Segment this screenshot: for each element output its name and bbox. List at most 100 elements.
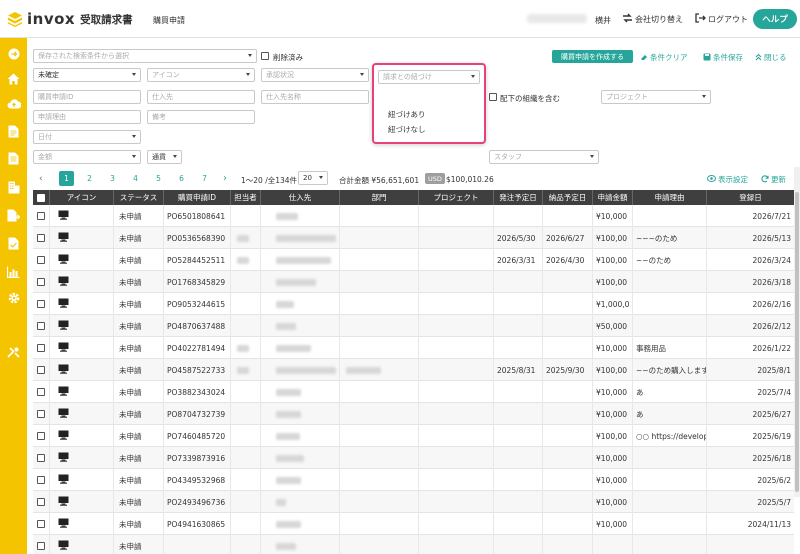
create-request-button[interactable]: 購買申請を作成する: [552, 50, 633, 63]
document-check-icon[interactable]: [6, 236, 21, 251]
row-vendor-redacted: [261, 337, 340, 359]
row-checkbox[interactable]: [37, 366, 45, 374]
amount-select[interactable]: 金額: [33, 150, 141, 164]
dropdown-option-unlinked[interactable]: 紐づけなし: [388, 124, 426, 135]
user-name[interactable]: 横井: [595, 15, 611, 26]
note-input[interactable]: 備考: [147, 110, 255, 124]
col-header[interactable]: 仕入先: [261, 190, 340, 205]
scrollbar-thumb[interactable]: [795, 192, 799, 492]
row-checkbox[interactable]: [37, 278, 45, 286]
page-4[interactable]: 4: [128, 171, 143, 186]
page-7[interactable]: 7: [197, 171, 212, 186]
table-row[interactable]: 未申請 PO4349532968 ¥10,000 2025/6/2: [33, 469, 794, 491]
date-select[interactable]: 日付: [33, 130, 141, 144]
table-row[interactable]: 未申請 PO7460485720 ¥100,00 ○○ https://develop…: [33, 425, 794, 447]
table-row[interactable]: 未申請 PO2493496736 ¥10,000 2025/5/7: [33, 491, 794, 513]
row-checkbox[interactable]: [37, 388, 45, 396]
table-row[interactable]: 未申請 PO9053244615 ¥1,000,0 2026/2/16: [33, 293, 794, 315]
arrow-right-circle-icon[interactable]: [6, 46, 21, 61]
clear-conditions-button[interactable]: 条件クリア: [640, 52, 688, 63]
page-2[interactable]: 2: [82, 171, 97, 186]
row-checkbox[interactable]: [37, 520, 45, 528]
row-checkbox[interactable]: [37, 454, 45, 462]
table-row[interactable]: 未申請 PO8704732739 ¥10,000 あ 2025/6/27: [33, 403, 794, 425]
status-select[interactable]: 未確定: [33, 68, 141, 82]
bar-chart-icon[interactable]: [6, 264, 21, 279]
prev-page-icon[interactable]: ‹: [39, 174, 43, 184]
project-select[interactable]: プロジェクト: [601, 90, 711, 104]
row-checkbox[interactable]: [37, 344, 45, 352]
invoice-link-select[interactable]: 請求との紐づけ: [378, 70, 480, 84]
table-scrollbar[interactable]: [794, 167, 800, 497]
document-list-icon[interactable]: [6, 151, 21, 166]
vendor-input[interactable]: 仕入先: [147, 90, 255, 104]
saved-search-select[interactable]: 保存された検索条件から選択: [33, 49, 257, 63]
col-header[interactable]: 登録日: [707, 190, 794, 205]
include-sub-org-checkbox[interactable]: [489, 93, 497, 101]
tools-icon[interactable]: [6, 345, 21, 360]
row-checkbox[interactable]: [37, 542, 45, 550]
col-header[interactable]: 担当者: [231, 190, 261, 205]
row-checkbox[interactable]: [37, 322, 45, 330]
page-3[interactable]: 3: [105, 171, 120, 186]
col-header[interactable]: アイコン: [50, 190, 114, 205]
logo[interactable]: invox 受取請求書: [7, 10, 133, 28]
row-checkbox[interactable]: [37, 212, 45, 220]
row-checkbox[interactable]: [37, 300, 45, 308]
table-row[interactable]: 未申請 PO6501808641 ¥10,000 2026/7/21: [33, 205, 794, 227]
select-all-checkbox[interactable]: [37, 193, 45, 202]
table-row[interactable]: 未申請 PO3882343024 ¥10,000 あ 2025/7/4: [33, 381, 794, 403]
currency-select[interactable]: 通貨: [147, 150, 182, 164]
help-button[interactable]: ヘルプ: [753, 9, 797, 29]
building-icon[interactable]: [6, 180, 21, 195]
gear-icon[interactable]: [6, 290, 21, 305]
row-checkbox[interactable]: [37, 476, 45, 484]
row-checkbox[interactable]: [37, 410, 45, 418]
table-row[interactable]: 未申請 PO1768345829 ¥100,00 2026/3/18: [33, 271, 794, 293]
col-header[interactable]: ステータス: [114, 190, 164, 205]
col-header[interactable]: 納品予定日: [543, 190, 593, 205]
per-page-select[interactable]: 20: [298, 171, 328, 185]
cloud-upload-icon[interactable]: [6, 96, 21, 111]
col-header[interactable]: プロジェクト: [419, 190, 494, 205]
approval-status-select[interactable]: 承認状況: [261, 68, 369, 82]
next-page-icon[interactable]: ›: [223, 173, 227, 184]
table-row[interactable]: 未申請 PO4587522733 2025/8/31 2025/9/30 ¥100,00…: [33, 359, 794, 381]
logout-button[interactable]: ログアウト: [695, 13, 748, 25]
row-checkbox[interactable]: [37, 256, 45, 264]
dropdown-option-linked[interactable]: 紐づけあり: [388, 109, 426, 120]
table-row[interactable]: 未申請 PO7339873916 ¥10,000 2025/6/18: [33, 447, 794, 469]
table-row[interactable]: 未申請: [33, 535, 794, 554]
icon-select[interactable]: アイコン: [147, 68, 255, 82]
staff-select[interactable]: スタッフ: [489, 150, 599, 164]
display-settings-button[interactable]: 表示設定: [707, 174, 748, 185]
table-row[interactable]: 未申請 PO0536568390 2026/5/30 2026/6/27 ¥100,00…: [33, 227, 794, 249]
refresh-button[interactable]: 更新: [761, 174, 786, 185]
table-row[interactable]: 未申請 PO5284452511 2026/3/31 2026/4/30 ¥100,00…: [33, 249, 794, 271]
row-delivery: [543, 469, 593, 491]
table-row[interactable]: 未申請 PO4022781494 ¥10,000 事務用品 2026/1/22: [33, 337, 794, 359]
home-icon[interactable]: [6, 71, 21, 86]
col-header[interactable]: 購買申請ID: [164, 190, 231, 205]
col-header[interactable]: 申請理由: [633, 190, 707, 205]
page-6[interactable]: 6: [174, 171, 189, 186]
company-switch-button[interactable]: 会社切り替え: [622, 13, 683, 25]
close-filters-button[interactable]: 閉じる: [755, 52, 787, 63]
reason-input[interactable]: 申請理由: [33, 110, 141, 124]
table-row[interactable]: 未申請 PO4941630865 ¥10,000 2024/11/13: [33, 513, 794, 535]
document-icon[interactable]: [6, 124, 21, 139]
row-checkbox[interactable]: [37, 432, 45, 440]
row-checkbox[interactable]: [37, 498, 45, 506]
save-conditions-button[interactable]: 条件保存: [703, 52, 743, 63]
request-id-input[interactable]: 購買申請ID: [33, 90, 141, 104]
table-row[interactable]: 未申請 PO4870637488 ¥50,000 2026/2/12: [33, 315, 794, 337]
col-header[interactable]: 部門: [340, 190, 419, 205]
page-1[interactable]: 1: [59, 171, 74, 186]
page-5[interactable]: 5: [151, 171, 166, 186]
document-export-icon[interactable]: [6, 208, 21, 223]
col-header[interactable]: 発注予定日: [494, 190, 543, 205]
row-checkbox[interactable]: [37, 234, 45, 242]
deleted-checkbox[interactable]: [261, 52, 269, 60]
vendor-name-input[interactable]: 仕入先名称: [261, 90, 369, 104]
col-header[interactable]: 申請金額: [593, 190, 633, 205]
